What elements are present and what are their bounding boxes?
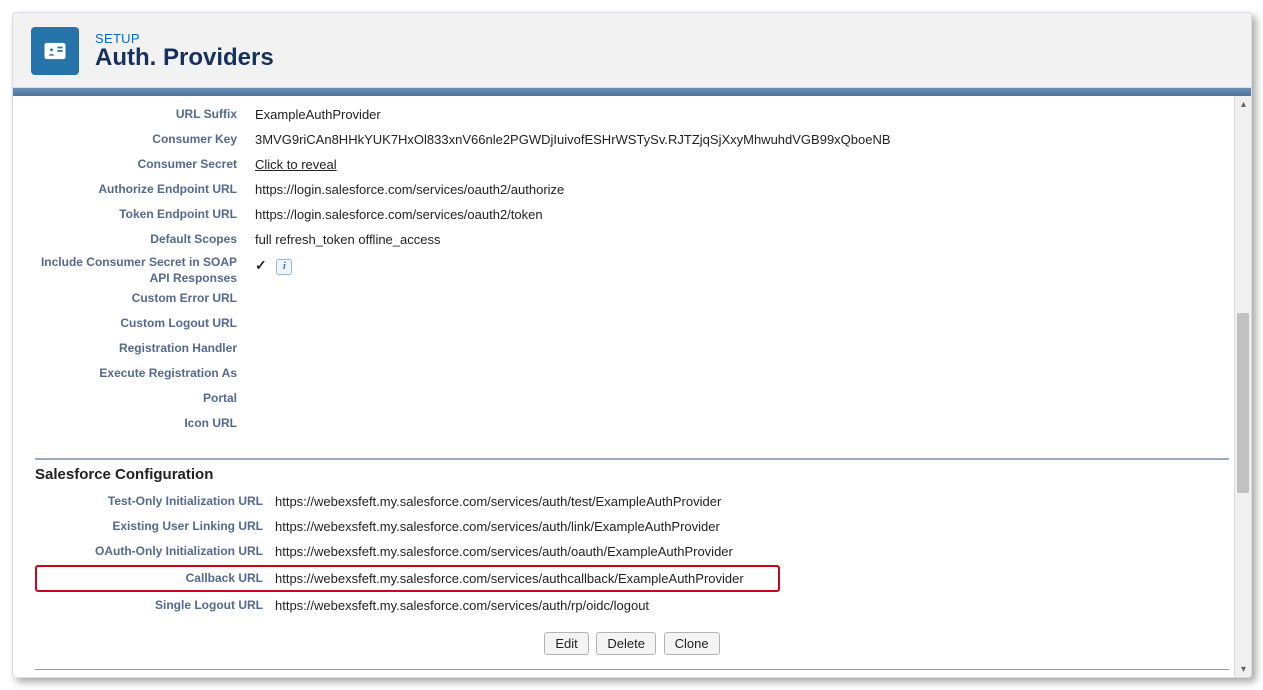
row-default-scopes: Default Scopes full refresh_token offlin… — [35, 227, 1229, 252]
header-text: SETUP Auth. Providers — [95, 31, 274, 72]
page-header: SETUP Auth. Providers — [13, 13, 1251, 88]
label-execute-registration-as: Execute Registration As — [35, 361, 255, 386]
label-slo-url: Single Logout URL — [35, 593, 275, 618]
value-test-init-url: https://webexsfeft.my.salesforce.com/ser… — [275, 489, 1229, 514]
label-url-suffix: URL Suffix — [35, 102, 255, 127]
vertical-scrollbar[interactable]: ▴ ▾ — [1234, 96, 1251, 678]
row-custom-logout-url: Custom Logout URL — [35, 311, 1229, 336]
auth-providers-icon — [31, 27, 79, 75]
reveal-consumer-secret-link[interactable]: Click to reveal — [255, 157, 337, 172]
value-slo-url: https://webexsfeft.my.salesforce.com/ser… — [275, 593, 1229, 618]
clone-button[interactable]: Clone — [664, 632, 720, 655]
value-default-scopes: full refresh_token offline_access — [255, 227, 1229, 252]
value-custom-logout-url — [255, 311, 1229, 336]
section-divider — [35, 458, 1229, 460]
setup-auth-providers-panel: SETUP Auth. Providers URL Suffix Example… — [12, 12, 1252, 678]
value-custom-error-url — [255, 286, 1229, 311]
value-callback-url: https://webexsfeft.my.salesforce.com/ser… — [275, 567, 776, 590]
scroll-down-arrow-icon[interactable]: ▾ — [1235, 661, 1252, 678]
edit-button[interactable]: Edit — [544, 632, 588, 655]
section-title-salesforce-config: Salesforce Configuration — [35, 466, 1229, 483]
value-authorize-endpoint: https://login.salesforce.com/services/oa… — [255, 177, 1229, 202]
label-authorize-endpoint: Authorize Endpoint URL — [35, 177, 255, 202]
label-custom-error-url: Custom Error URL — [35, 286, 255, 311]
label-registration-handler: Registration Handler — [35, 336, 255, 361]
row-slo-url: Single Logout URL https://webexsfeft.my.… — [35, 593, 1229, 618]
label-custom-logout-url: Custom Logout URL — [35, 311, 255, 336]
label-default-scopes: Default Scopes — [35, 227, 255, 252]
action-button-row: Edit Delete Clone — [35, 632, 1229, 655]
scrollbar-thumb[interactable] — [1237, 313, 1249, 493]
value-consumer-key: 3MVG9riCAn8HHkYUK7HxOl833xnV66nle2PGWDjI… — [255, 127, 1229, 152]
row-callback-url: Callback URL https://webexsfeft.my.sales… — [39, 567, 776, 590]
row-consumer-secret: Consumer Secret Click to reveal — [35, 152, 1229, 177]
label-oauth-init-url: OAuth-Only Initialization URL — [35, 539, 275, 564]
value-icon-url — [255, 411, 1229, 436]
value-execute-registration-as — [255, 361, 1229, 386]
value-registration-handler — [255, 336, 1229, 361]
label-include-secret-soap: Include Consumer Secret in SOAP API Resp… — [35, 252, 255, 286]
row-registration-handler: Registration Handler — [35, 336, 1229, 361]
bottom-rule — [35, 669, 1229, 670]
callback-url-highlight: Callback URL https://webexsfeft.my.sales… — [35, 565, 780, 592]
row-consumer-key: Consumer Key 3MVG9riCAn8HHkYUK7HxOl833xn… — [35, 127, 1229, 152]
label-token-endpoint: Token Endpoint URL — [35, 202, 255, 227]
row-include-secret-soap: Include Consumer Secret in SOAP API Resp… — [35, 252, 1229, 286]
row-test-init-url: Test-Only Initialization URL https://web… — [35, 489, 1229, 514]
label-test-init-url: Test-Only Initialization URL — [35, 489, 275, 514]
label-consumer-secret: Consumer Secret — [35, 152, 255, 177]
label-existing-link-url: Existing User Linking URL — [35, 514, 275, 539]
row-icon-url: Icon URL — [35, 411, 1229, 436]
label-icon-url: Icon URL — [35, 411, 255, 436]
row-url-suffix: URL Suffix ExampleAuthProvider — [35, 102, 1229, 127]
value-portal — [255, 386, 1229, 411]
value-token-endpoint: https://login.salesforce.com/services/oa… — [255, 202, 1229, 227]
scroll-up-arrow-icon[interactable]: ▴ — [1235, 96, 1252, 113]
detail-content: URL Suffix ExampleAuthProvider Consumer … — [13, 96, 1251, 678]
scrollbar-track[interactable] — [1235, 113, 1251, 661]
delete-button[interactable]: Delete — [596, 632, 656, 655]
row-authorize-endpoint: Authorize Endpoint URL https://login.sal… — [35, 177, 1229, 202]
label-portal: Portal — [35, 386, 255, 411]
row-oauth-init-url: OAuth-Only Initialization URL https://we… — [35, 539, 1229, 564]
value-existing-link-url: https://webexsfeft.my.salesforce.com/ser… — [275, 514, 1229, 539]
label-consumer-key: Consumer Key — [35, 127, 255, 152]
value-url-suffix: ExampleAuthProvider — [255, 102, 1229, 127]
info-icon[interactable]: i — [276, 259, 292, 275]
label-callback-url: Callback URL — [39, 567, 275, 590]
row-token-endpoint: Token Endpoint URL https://login.salesfo… — [35, 202, 1229, 227]
value-oauth-init-url: https://webexsfeft.my.salesforce.com/ser… — [275, 539, 1229, 564]
row-custom-error-url: Custom Error URL — [35, 286, 1229, 311]
header-divider-strip — [13, 88, 1251, 96]
row-portal: Portal — [35, 386, 1229, 411]
page-title: Auth. Providers — [95, 44, 274, 72]
check-icon: ✓ — [255, 253, 267, 278]
row-execute-registration-as: Execute Registration As — [35, 361, 1229, 386]
row-existing-link-url: Existing User Linking URL https://webexs… — [35, 514, 1229, 539]
